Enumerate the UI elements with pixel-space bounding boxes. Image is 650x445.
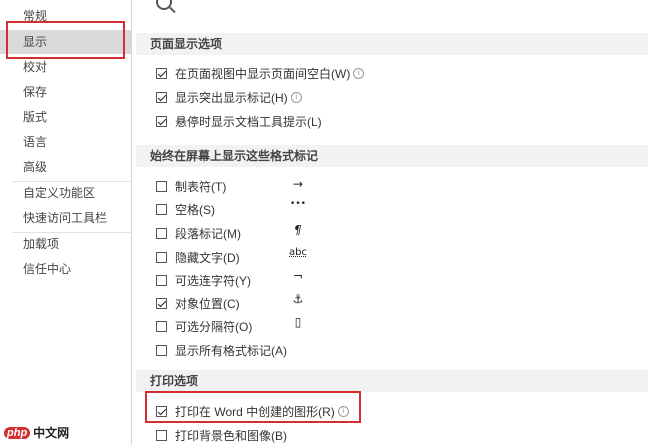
tab-arrow-icon: → [292, 177, 304, 191]
checkbox[interactable] [156, 115, 167, 127]
watermark-logo: php 中文网 [4, 424, 69, 441]
highlight-box-display [6, 21, 125, 59]
paragraph-mark-icon: ¶ [294, 223, 302, 237]
option-label: 隐藏文字(D) [175, 250, 240, 265]
checkbox[interactable] [156, 67, 167, 79]
info-icon: i [290, 91, 302, 103]
checkbox[interactable] [156, 320, 167, 332]
option-optional-breaks[interactable]: 可选分隔符(O) [156, 317, 252, 335]
option-paragraph-marks[interactable]: 段落标记(M) [156, 224, 241, 242]
options-sidebar: 常规 显示 校对 保存 版式 语言 高级 自定义功能区 快速访问工具栏 加载项 … [0, 0, 132, 445]
option-hidden-text[interactable]: 隐藏文字(D) [156, 248, 240, 266]
sidebar-item-advanced[interactable]: 高级 [0, 155, 131, 179]
option-show-highlighter[interactable]: 显示突出显示标记(H) i [156, 88, 302, 106]
option-label: 对象位置(C) [175, 296, 240, 311]
section-header-page-display: 页面显示选项 [136, 33, 648, 55]
option-label: 可选分隔符(O) [175, 319, 253, 334]
option-label: 段落标记(M) [175, 226, 241, 241]
checkbox[interactable] [156, 180, 167, 192]
option-label: 可选连字符(Y) [175, 273, 251, 288]
option-label: 打印背景色和图像(B) [175, 428, 287, 443]
hidden-text-icon: abc [289, 247, 307, 258]
checkbox[interactable] [156, 251, 167, 263]
optional-break-icon: ▯ [294, 315, 302, 329]
option-label: 空格(S) [175, 202, 215, 217]
optional-hyphen-icon: ¬ [292, 269, 304, 283]
checkbox[interactable] [156, 203, 167, 215]
option-tab-characters[interactable]: 制表符(T) [156, 177, 226, 195]
sidebar-item-language[interactable]: 语言 [0, 130, 131, 154]
option-label: 制表符(T) [175, 179, 227, 194]
checkbox[interactable] [156, 274, 167, 286]
watermark-badge: php [4, 426, 31, 439]
option-show-all-marks[interactable]: 显示所有格式标记(A) [156, 341, 287, 359]
top-faded-text: ▔▔▔▔▔▔▔▔▔▔▔▔▔▔▔▔▔ [182, 0, 356, 11]
option-optional-hyphens[interactable]: 可选连字符(Y) [156, 271, 251, 289]
option-label: 在页面视图中显示页面间空白(W) [175, 66, 351, 81]
sidebar-item-customize-ribbon[interactable]: 自定义功能区 [0, 181, 131, 205]
option-label: 悬停时显示文档工具提示(L) [175, 114, 322, 129]
checkbox[interactable] [156, 297, 167, 309]
option-show-tooltips[interactable]: 悬停时显示文档工具提示(L) [156, 112, 322, 130]
info-icon: i [353, 67, 365, 79]
option-label: 显示突出显示标记(H) [175, 90, 288, 105]
search-icon [156, 0, 172, 10]
sidebar-item-trust-center[interactable]: 信任中心 [0, 257, 131, 281]
sidebar-item-save[interactable]: 保存 [0, 80, 131, 104]
option-label: 显示所有格式标记(A) [175, 343, 287, 358]
options-main-panel: ▔▔▔▔▔▔▔▔▔▔▔▔▔▔▔▔▔ 页面显示选项 在页面视图中显示页面间空白(W… [132, 0, 650, 445]
option-print-background[interactable]: 打印背景色和图像(B) [156, 426, 287, 444]
checkbox[interactable] [156, 91, 167, 103]
section-header-print: 打印选项 [136, 370, 648, 392]
anchor-icon: ⚓ [292, 292, 304, 306]
checkbox[interactable] [156, 429, 167, 441]
checkbox[interactable] [156, 344, 167, 356]
sidebar-item-layout[interactable]: 版式 [0, 105, 131, 129]
option-show-whitespace[interactable]: 在页面视图中显示页面间空白(W) i [156, 64, 365, 82]
sidebar-item-addins[interactable]: 加载项 [0, 232, 131, 256]
checkbox[interactable] [156, 227, 167, 239]
sidebar-item-quick-access-toolbar[interactable]: 快速访问工具栏 [0, 206, 131, 230]
option-object-anchors[interactable]: 对象位置(C) [156, 294, 240, 312]
watermark-text: 中文网 [33, 426, 70, 440]
section-header-formatting-marks: 始终在屏幕上显示这些格式标记 [136, 145, 648, 167]
space-dots-icon: ••• [290, 199, 306, 209]
highlight-box-print-drawings [145, 391, 361, 423]
option-spaces[interactable]: 空格(S) [156, 200, 215, 218]
